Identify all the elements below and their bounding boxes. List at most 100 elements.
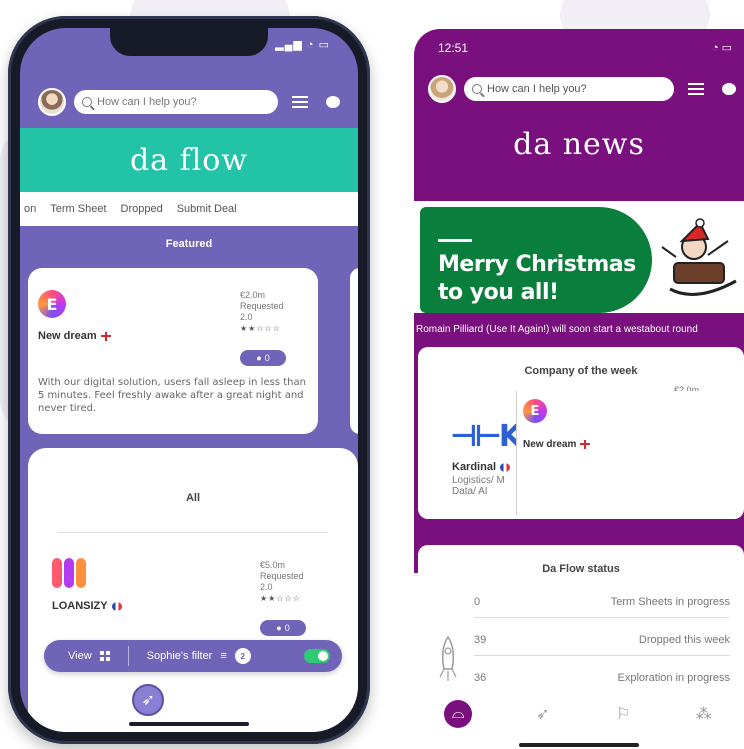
deal-meta: €5.0m Requested 2.0 ★★☆☆☆ <box>260 560 304 604</box>
uk-flag-icon <box>100 331 111 341</box>
da-flow-screen: ▂▄▆ ◔ ▭ How can I help you? da flow on T… <box>20 28 358 732</box>
featured-heading: Featured <box>165 238 213 250</box>
search-placeholder: How can I help you? <box>487 83 587 95</box>
flow-status-title: Da Flow status <box>542 563 620 575</box>
tab-exploration[interactable]: on <box>24 203 36 215</box>
logo-band: da flow <box>20 128 358 192</box>
rating-value: 2.0 <box>240 312 253 322</box>
tab-bar: on Term Sheet Dropped Submit Deal <box>20 192 358 226</box>
status-label: Dropped this week <box>638 634 730 646</box>
kardinal-logo: ⊣⊢K <box>450 419 522 454</box>
grid-icon[interactable] <box>99 651 110 661</box>
flag-board-icon[interactable]: ⚐ <box>613 704 633 724</box>
requested-label: Requested <box>260 571 304 581</box>
search-icon <box>82 97 92 107</box>
left-phone: ▂▄▆ ◔ ▭ How can I help you? da flow on T… <box>8 16 370 744</box>
divider <box>474 617 730 618</box>
banner-title: Merry Christmas to you all! <box>438 252 636 305</box>
search-input[interactable]: How can I help you? <box>74 90 278 114</box>
news-ticker[interactable]: Romain Pilliard (Use It Again!) will soo… <box>416 324 698 335</box>
avatar[interactable] <box>38 88 66 116</box>
tab-dropped[interactable]: Dropped <box>121 203 163 215</box>
france-flag-icon <box>111 601 122 611</box>
status-row: 39 Dropped this week <box>474 629 730 651</box>
rocket-illustration-icon <box>439 635 457 681</box>
left-top-bar: How can I help you? <box>20 80 358 124</box>
tab-term-sheet[interactable]: Term Sheet <box>50 203 106 215</box>
company-name: New dream <box>38 330 111 342</box>
filter-count-badge: 2 <box>234 648 251 664</box>
rating-value: 2.0 <box>260 582 273 592</box>
deal-meta: €2.0m Requested 2.0 ★★☆☆☆ <box>240 290 284 334</box>
rocket-icon[interactable]: ➶ <box>533 704 553 724</box>
search-icon <box>472 84 482 94</box>
christmas-banner[interactable]: Merry Christmas to you all! <box>420 207 744 313</box>
loansizy-logo <box>52 558 88 588</box>
status-count: 39 <box>474 634 487 646</box>
ufo-icon[interactable]: ⌓ <box>51 690 71 710</box>
app-logo: da flow <box>129 142 249 178</box>
rating-stars: ★★☆☆☆ <box>260 594 301 603</box>
divider <box>58 532 328 533</box>
company-description: With our digital solution, users fall as… <box>38 377 306 414</box>
status-row: 36 Exploration in progress <box>474 667 730 689</box>
requested-label: Requested <box>240 301 284 311</box>
overlay-card[interactable]: E New dream <box>516 391 716 515</box>
separator <box>127 646 129 666</box>
filter-label[interactable]: Sophie's filter <box>147 650 213 662</box>
chat-icon[interactable] <box>722 83 736 95</box>
bottom-nav: ⌓ ➶ ⚐ ⁂ <box>414 689 744 739</box>
home-indicator <box>519 743 639 747</box>
comment-icon: ● <box>276 623 282 633</box>
right-phone: 12:51 ◔ ▭ How can I help you? da news Me… <box>414 29 744 749</box>
all-heading: All <box>185 492 201 504</box>
comment-icon: ● <box>256 353 262 363</box>
network-icon[interactable]: ⁂ <box>694 704 714 724</box>
list-icon[interactable] <box>688 83 704 95</box>
company-of-week-card[interactable]: Company of the week €2.0m ⊣⊢K Kardinal L… <box>418 347 744 519</box>
banner-dash <box>438 239 472 242</box>
search-placeholder: How can I help you? <box>97 96 197 108</box>
status-time: 12:51 <box>438 41 469 55</box>
uk-flag-icon <box>580 439 591 449</box>
deal-amount: €5.0m <box>260 560 286 570</box>
chat-icon[interactable] <box>326 96 340 108</box>
divider <box>474 655 730 656</box>
status-label: Term Sheets in progress <box>610 596 730 608</box>
home-indicator <box>129 722 249 726</box>
search-input[interactable]: How can I help you? <box>464 77 674 101</box>
featured-card[interactable]: E New dream €2.0m Requested 2.0 ★★☆☆☆ ● … <box>28 268 318 434</box>
flag-board-icon[interactable]: ⚐ <box>226 690 246 710</box>
status-icons: ▂▄▆ ◔ ▭ <box>275 39 330 51</box>
status-row: 0 Term Sheets in progress <box>474 591 730 613</box>
kardinal-name: Kardinal <box>452 461 511 473</box>
ufo-icon[interactable]: ⌓ <box>444 700 473 728</box>
status-label: Exploration in progress <box>617 672 730 684</box>
bottom-nav: ⌓ ➶ ⚐ ⁂ <box>20 670 358 730</box>
rocket-icon[interactable]: ➶ <box>132 684 165 716</box>
deal-amount: €2.0m <box>240 290 266 300</box>
next-featured-card[interactable] <box>350 268 358 434</box>
comments-button[interactable]: ● 0 <box>240 350 286 366</box>
status-count: 0 <box>474 596 481 608</box>
france-flag-icon <box>500 462 511 472</box>
right-top-bar: How can I help you? <box>414 67 744 111</box>
view-button[interactable]: View <box>68 650 92 662</box>
network-icon[interactable]: ⁂ <box>307 690 327 710</box>
filter-toggle[interactable] <box>304 649 330 663</box>
status-icons: ◔ ▭ <box>711 42 732 54</box>
new-dream-logo: E <box>38 290 66 318</box>
company-of-week-title: Company of the week <box>524 365 638 377</box>
app-logo: da news <box>513 127 645 162</box>
kardinal-sectors: Logistics/ M Data/ AI <box>452 475 505 497</box>
filter-bar: View Sophie's filter ≡ 2 <box>44 640 342 672</box>
filter-icon: ≡ <box>220 650 227 662</box>
company-name: New dream <box>523 439 591 450</box>
da-news-header: 12:51 ◔ ▭ How can I help you? da news <box>414 29 744 201</box>
avatar[interactable] <box>428 75 456 103</box>
company-name: LOANSIZY <box>52 600 122 612</box>
comments-button[interactable]: ● 0 <box>260 620 306 636</box>
tab-submit-deal[interactable]: Submit Deal <box>177 203 237 215</box>
list-icon[interactable] <box>292 96 308 108</box>
new-dream-logo: E <box>523 399 547 423</box>
